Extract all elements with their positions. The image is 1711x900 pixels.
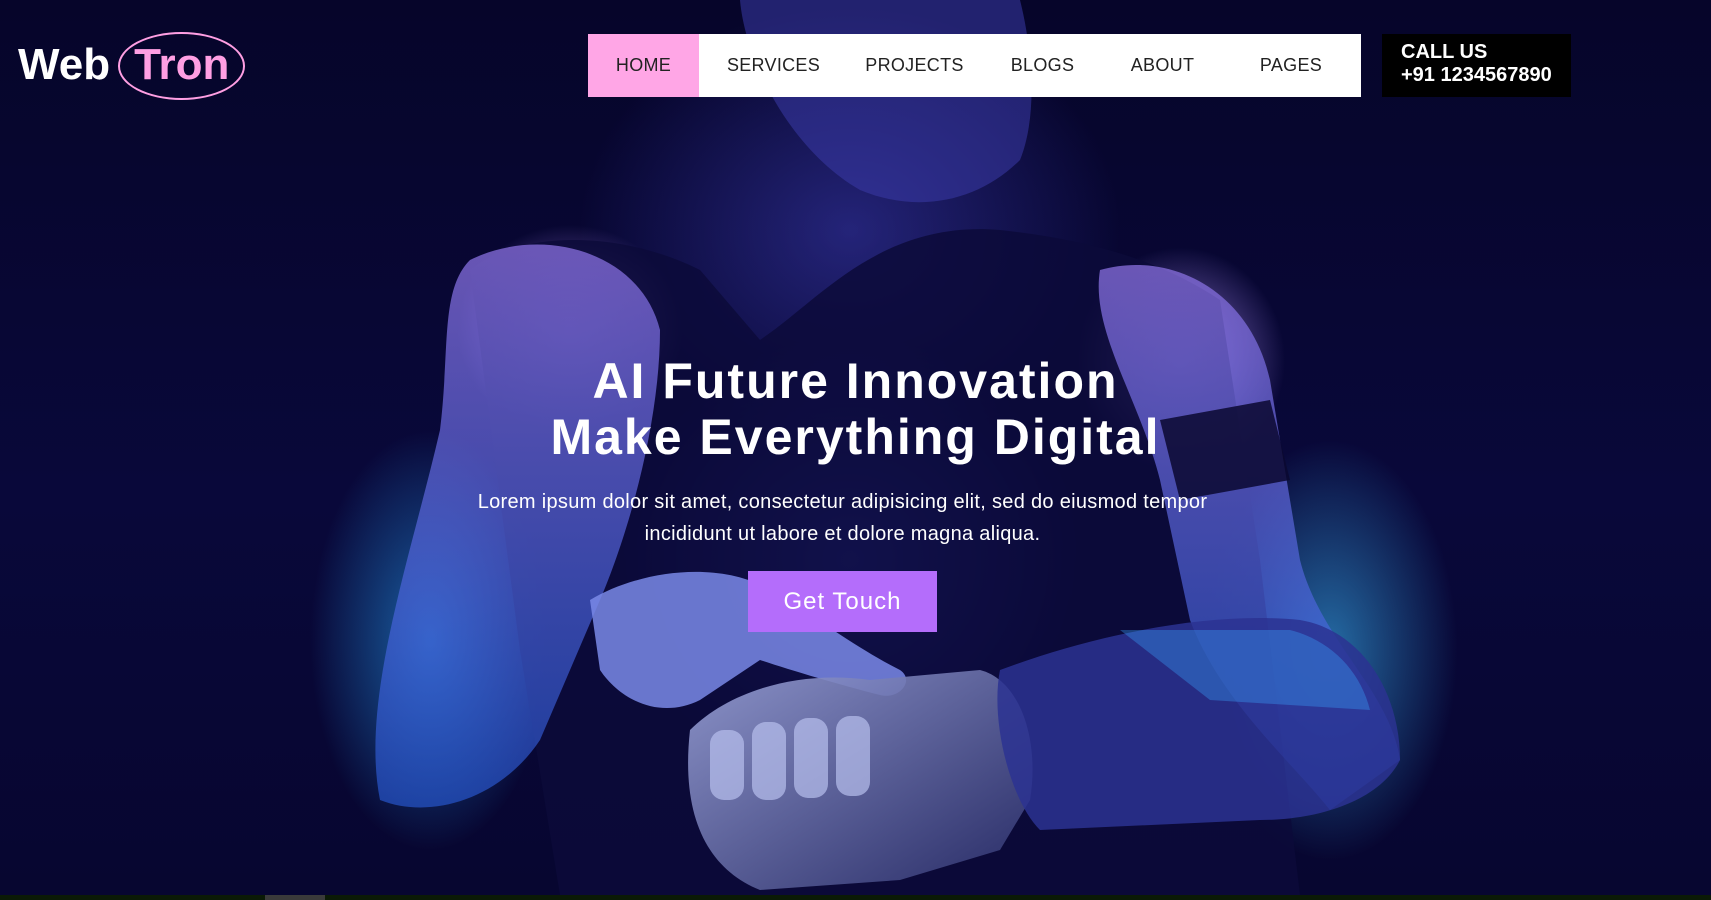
nav-item-about[interactable]: ABOUT xyxy=(1104,34,1221,97)
logo-text-web: Web xyxy=(18,40,111,89)
call-us-label: CALL US xyxy=(1401,41,1488,63)
hero-title-line-2: Make Everything Digital xyxy=(550,409,1161,465)
site-logo[interactable]: Web Tron xyxy=(18,30,246,100)
call-us-box[interactable]: CALL US +91 1234567890 xyxy=(1382,34,1571,97)
main-navigation: HOME SERVICES PROJECTS BLOGS ABOUT PAGES xyxy=(588,34,1361,97)
nav-item-pages[interactable]: PAGES xyxy=(1221,34,1361,97)
hero-title-line-1: AI Future Innovation xyxy=(592,353,1119,409)
slider-indicator[interactable] xyxy=(265,895,325,900)
hero-subtitle: Lorem ipsum dolor sit amet, consectetur … xyxy=(477,491,1208,545)
nav-item-projects[interactable]: PROJECTS xyxy=(848,34,981,97)
hero-headline: AI Future Innovation Make Everything Dig… xyxy=(0,353,1711,465)
phone-number: +91 1234567890 xyxy=(1401,64,1552,86)
nav-item-home[interactable]: HOME xyxy=(588,34,699,97)
logo-text-tron: Tron xyxy=(118,30,246,100)
nav-item-blogs[interactable]: BLOGS xyxy=(981,34,1104,97)
bottom-strip xyxy=(0,895,1711,900)
nav-item-services[interactable]: SERVICES xyxy=(699,34,848,97)
get-touch-button[interactable]: Get Touch xyxy=(748,571,937,632)
